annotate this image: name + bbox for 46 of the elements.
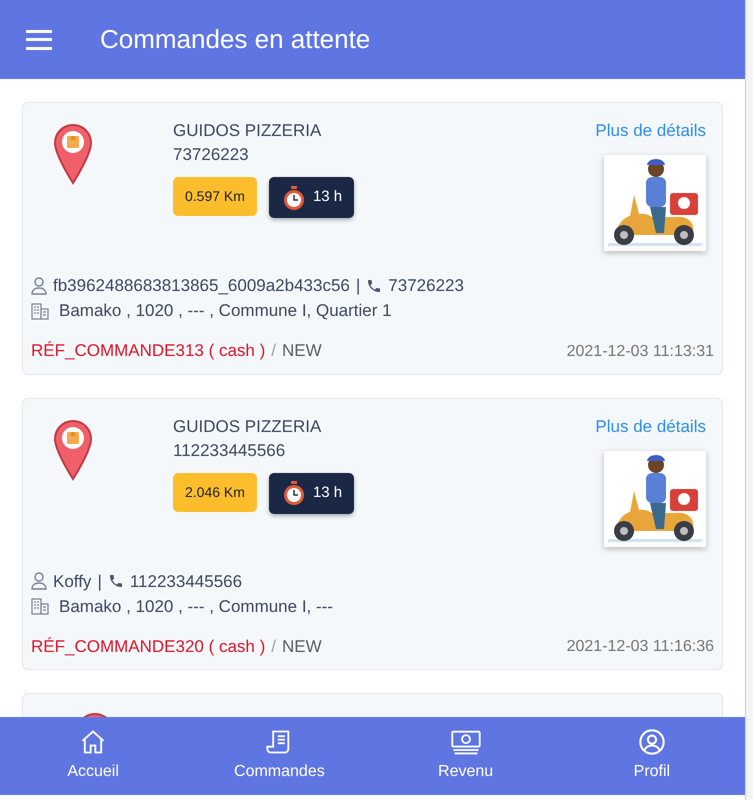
order-status: NEW: [282, 636, 322, 658]
person-icon: [31, 572, 47, 590]
customer-name: Koffy: [53, 570, 92, 592]
duration-text: 13 h: [312, 187, 342, 208]
order-reference: RÉF_COMMANDE320 ( cash ): [31, 636, 266, 658]
order-date: 2021-12-03 11:16:36: [566, 637, 714, 657]
banknote-icon: [450, 728, 482, 756]
separator: |: [97, 570, 102, 593]
page-title: Commandes en attente: [100, 23, 370, 56]
order-date: 2021-12-03 11:13:31: [566, 342, 714, 362]
address-text: Bamako , 1020 , --- , Commune I, ---: [59, 596, 333, 618]
profile-icon: [638, 728, 666, 756]
menu-icon[interactable]: [26, 30, 52, 50]
order-reference: RÉF_COMMANDE313 ( cash ): [31, 340, 266, 362]
duration-text: 13 h: [312, 482, 342, 503]
address-text: Bamako , 1020 , --- , Commune I, Quartier 1: [59, 300, 392, 322]
building-icon: [31, 302, 49, 320]
slash: /: [271, 636, 276, 658]
slash: /: [271, 340, 276, 362]
nav-label: Commandes: [234, 762, 325, 782]
distance-badge: 0.597 Km: [173, 177, 257, 216]
nav-label: Accueil: [67, 762, 119, 782]
nav-item[interactable]: Profil: [558, 717, 745, 795]
nav-item[interactable]: Commandes: [186, 717, 372, 795]
customer-phone: 73726223: [388, 275, 464, 297]
phone-icon: [108, 573, 124, 589]
separator: |: [356, 275, 360, 297]
distance-badge: 2.046 Km: [173, 472, 257, 512]
building-icon: [31, 597, 49, 615]
customer-name: fb3962488683813865_6009a2b433c56: [53, 275, 350, 297]
map-pin-icon: [53, 418, 93, 480]
person-icon: [31, 276, 47, 294]
details-link[interactable]: Plus de détails: [595, 414, 706, 438]
nav-label: Profil: [634, 762, 670, 782]
phone-icon: [366, 278, 382, 294]
restaurant-name: GUIDOS PIZZERIA: [173, 416, 322, 438]
order-status: NEW: [282, 340, 322, 362]
details-link[interactable]: Plus de détails: [595, 119, 706, 143]
nav-label: Revenu: [438, 762, 494, 782]
customer-phone: 112233445566: [130, 570, 242, 592]
restaurant-phone: 112233445566: [173, 440, 286, 462]
nav-item[interactable]: Accueil: [0, 717, 186, 795]
nav-item[interactable]: Revenu: [372, 717, 559, 795]
restaurant-phone: 73726223: [173, 144, 250, 166]
map-pin-icon: [53, 123, 93, 185]
restaurant-name: GUIDOS PIZZERIA: [173, 120, 322, 142]
